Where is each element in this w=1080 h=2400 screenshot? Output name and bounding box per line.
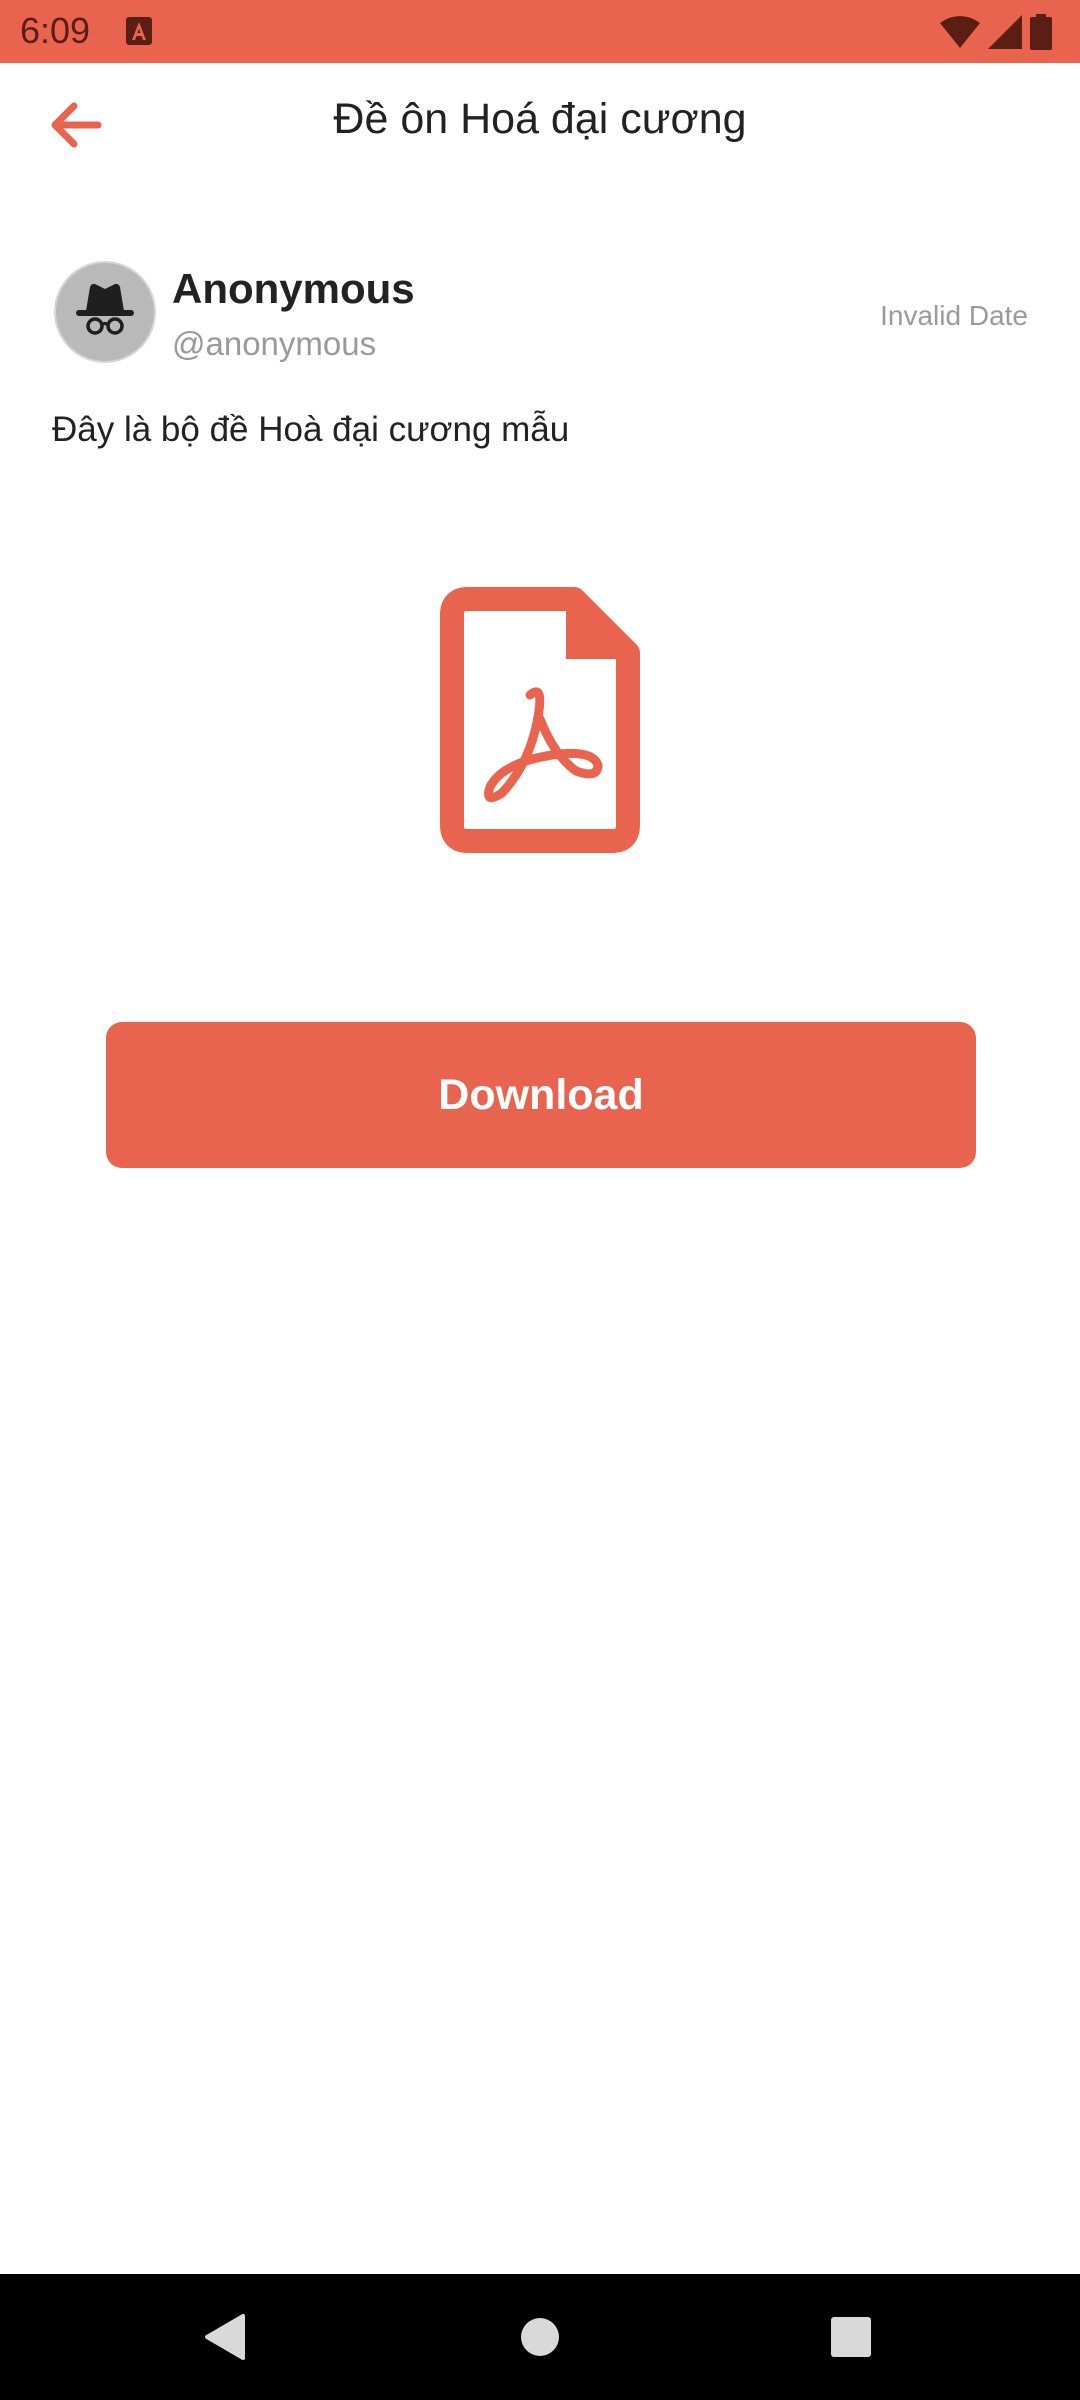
- nav-back-button[interactable]: [180, 2302, 270, 2372]
- nav-home-icon: [521, 2318, 559, 2356]
- arrow-back-icon: [51, 102, 102, 148]
- wifi-icon: [940, 16, 980, 48]
- author-handle: @anonymous: [172, 325, 377, 362]
- app-notification-icon: [126, 17, 152, 45]
- cellular-signal-icon: [988, 15, 1022, 49]
- author-name[interactable]: Anonymous: [172, 265, 415, 313]
- post-date: Invalid Date: [880, 300, 1028, 331]
- nav-recents-button[interactable]: [806, 2302, 896, 2372]
- post-description: Đây là bộ đề Hoà đại cương mẫu: [52, 410, 570, 449]
- back-button[interactable]: [36, 93, 116, 157]
- screen: 6:09 Đề ôn Hoá đại cương Anonymous @anon…: [0, 0, 1080, 2400]
- pdf-attachment[interactable]: [440, 587, 640, 853]
- status-bar: 6:09: [0, 0, 1080, 63]
- nav-home-button[interactable]: [495, 2302, 585, 2372]
- nav-back-icon: [205, 2314, 245, 2360]
- avatar[interactable]: [54, 261, 156, 363]
- app-bar: Đề ôn Hoá đại cương: [0, 63, 1080, 183]
- incognito-icon: [76, 283, 134, 335]
- status-time: 6:09: [20, 10, 91, 51]
- page-title: Đề ôn Hoá đại cương: [333, 95, 747, 143]
- download-button[interactable]: Download: [106, 1022, 976, 1168]
- status-icons: [940, 12, 1052, 52]
- system-navigation-bar: [0, 2274, 1080, 2400]
- battery-icon: [1030, 14, 1052, 50]
- pdf-file-icon: [440, 587, 640, 853]
- nav-recents-icon: [831, 2317, 871, 2357]
